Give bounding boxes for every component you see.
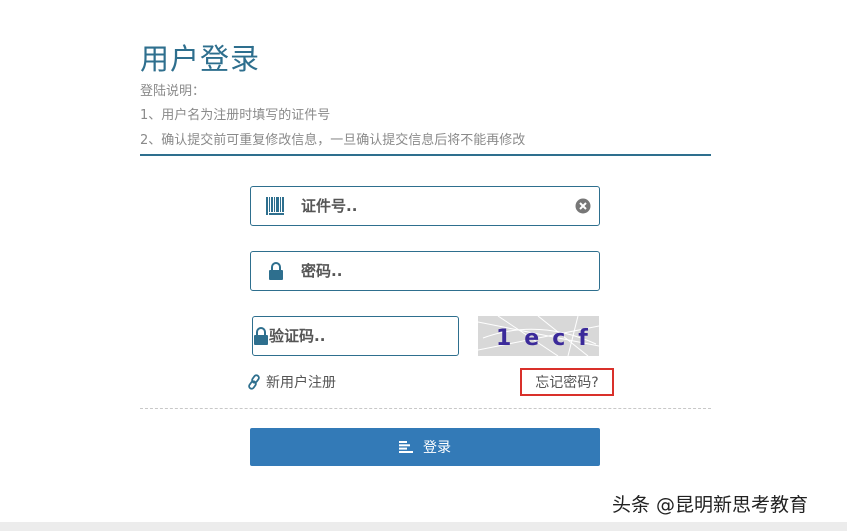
clear-icon[interactable] [567, 198, 599, 214]
link-icon [246, 374, 262, 390]
register-link[interactable]: 新用户注册 [246, 372, 336, 392]
page-title: 用户登录 [140, 42, 261, 76]
instruction-line-2: 2、确认提交前可重复修改信息，一旦确认提交信息后将不能再修改 [140, 133, 526, 148]
barcode-icon [251, 197, 301, 215]
instructions-heading: 登陆说明： [140, 84, 206, 99]
login-button-label: 登录 [423, 440, 451, 456]
captcha-input[interactable] [269, 317, 486, 355]
register-label: 新用户注册 [266, 375, 336, 391]
lock-icon [251, 262, 301, 280]
captcha-image[interactable]: 1ecf [478, 316, 599, 356]
login-button[interactable]: 登录 [250, 428, 600, 466]
captcha-field[interactable] [252, 316, 486, 356]
header-divider [140, 154, 711, 156]
password-field[interactable] [250, 251, 600, 291]
source-watermark: 头条 @昆明新思考教育 [612, 494, 809, 516]
bottom-strip [0, 522, 847, 531]
id-number-field[interactable] [250, 186, 600, 226]
password-input[interactable] [301, 252, 599, 290]
captcha-text: 1ecf [496, 326, 599, 351]
id-number-input[interactable] [301, 187, 567, 225]
forgot-password-link[interactable]: 忘记密码? [520, 368, 614, 396]
lock-icon [253, 327, 269, 345]
instruction-line-1: 1、用户名为注册时填写的证件号 [140, 108, 331, 123]
dashed-divider [140, 408, 711, 409]
list-icon [399, 441, 413, 453]
